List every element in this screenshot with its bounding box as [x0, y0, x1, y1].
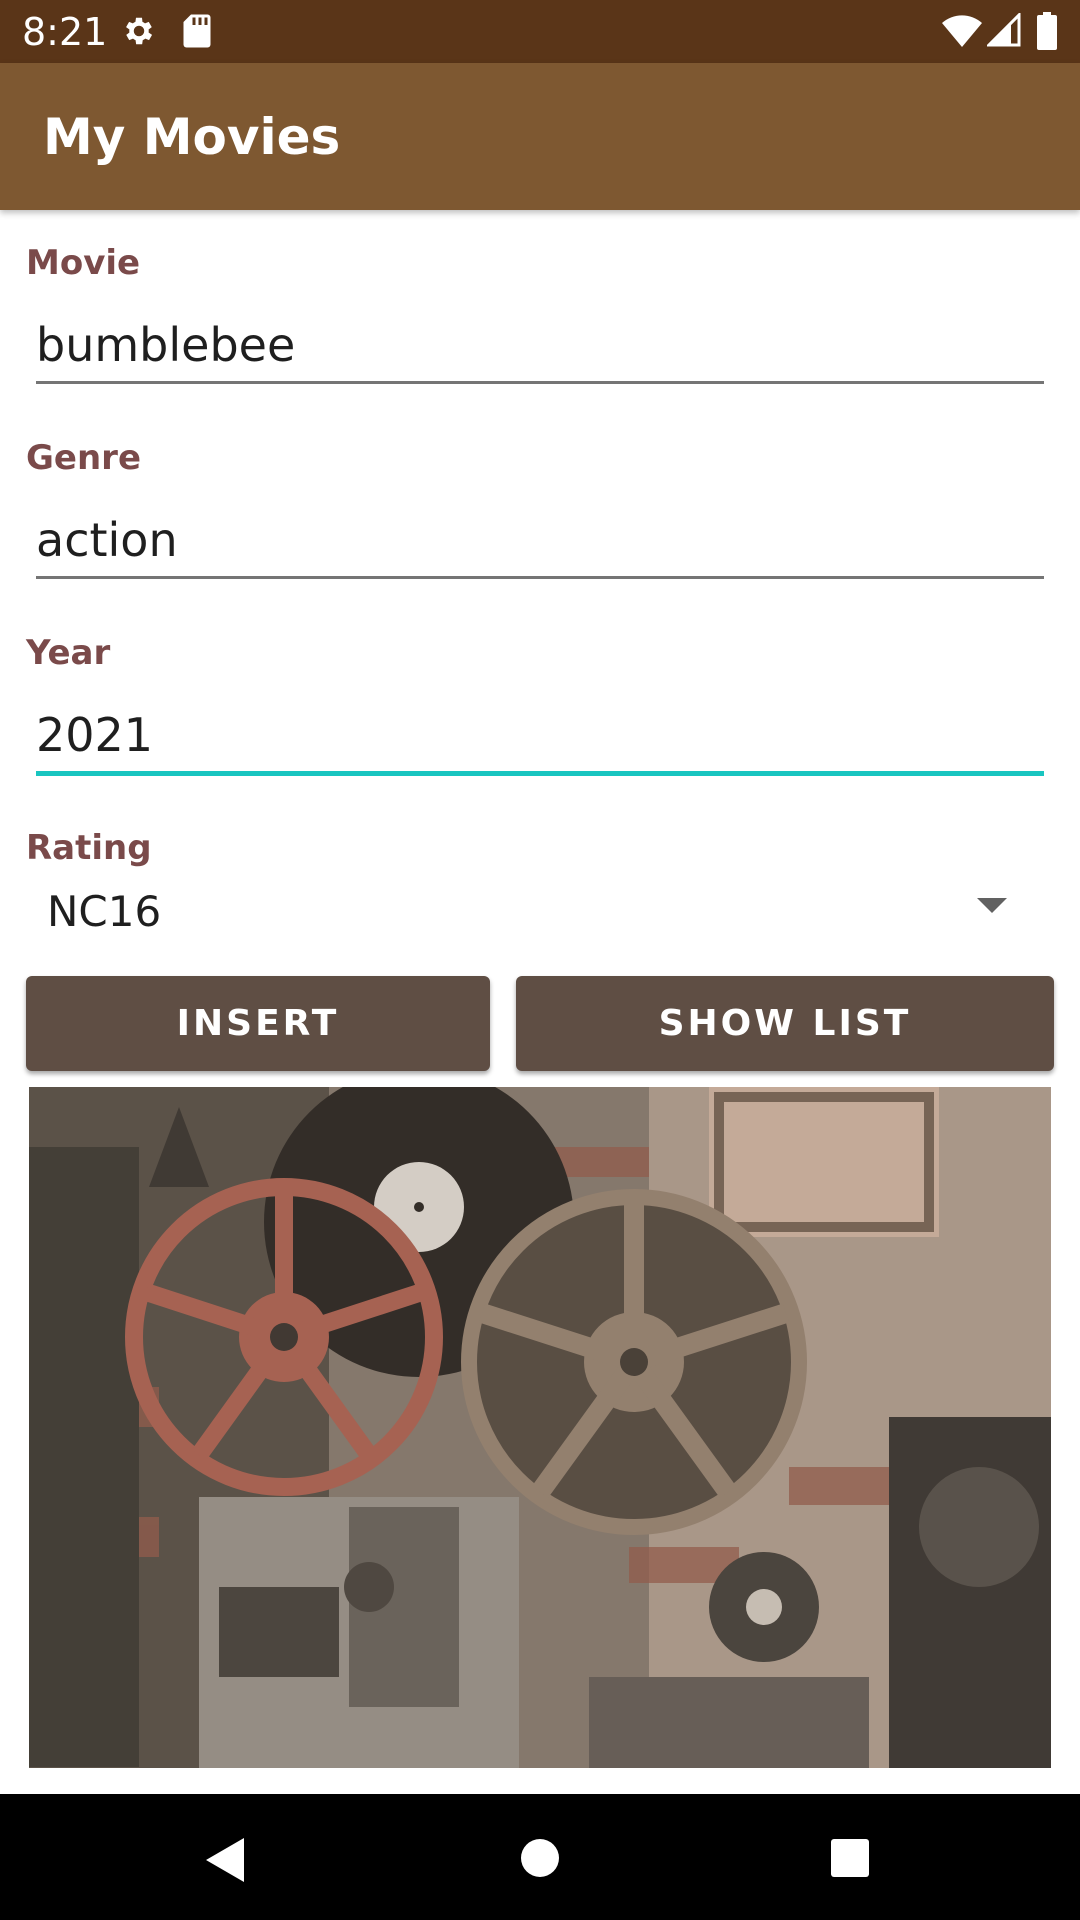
navigation-bar [0, 1794, 1080, 1920]
app-bar: My Movies [0, 63, 1080, 210]
genre-input[interactable]: action [36, 506, 1044, 576]
film-reels-image [29, 1087, 1051, 1768]
rating-label: Rating [26, 828, 152, 868]
insert-button[interactable]: INSERT [26, 976, 490, 1071]
show-list-button[interactable]: SHOW LIST [516, 976, 1054, 1071]
app-title: My Movies [43, 108, 341, 166]
year-input[interactable]: 2021 [36, 701, 1044, 771]
sd-card-icon [183, 14, 211, 48]
battery-icon [1037, 12, 1057, 50]
genre-input-underline [36, 576, 1044, 579]
recents-icon[interactable] [830, 1838, 870, 1878]
movie-input-underline [36, 381, 1044, 384]
home-icon[interactable] [520, 1838, 560, 1878]
dropdown-arrow-icon [977, 898, 1007, 913]
status-bar: 8:21 [0, 0, 1080, 63]
gear-icon [126, 17, 153, 45]
back-icon[interactable] [206, 1838, 246, 1882]
rating-selected-value: NC16 [47, 887, 162, 936]
genre-label: Genre [26, 438, 141, 478]
year-label: Year [26, 633, 111, 673]
signal-icon [987, 13, 1021, 47]
year-input-underline [36, 771, 1044, 776]
rating-spinner[interactable]: NC16 [26, 878, 1044, 948]
status-time: 8:21 [22, 10, 108, 54]
movie-label: Movie [26, 243, 141, 283]
movie-input[interactable]: bumblebee [36, 311, 1044, 381]
wifi-icon [942, 15, 982, 48]
